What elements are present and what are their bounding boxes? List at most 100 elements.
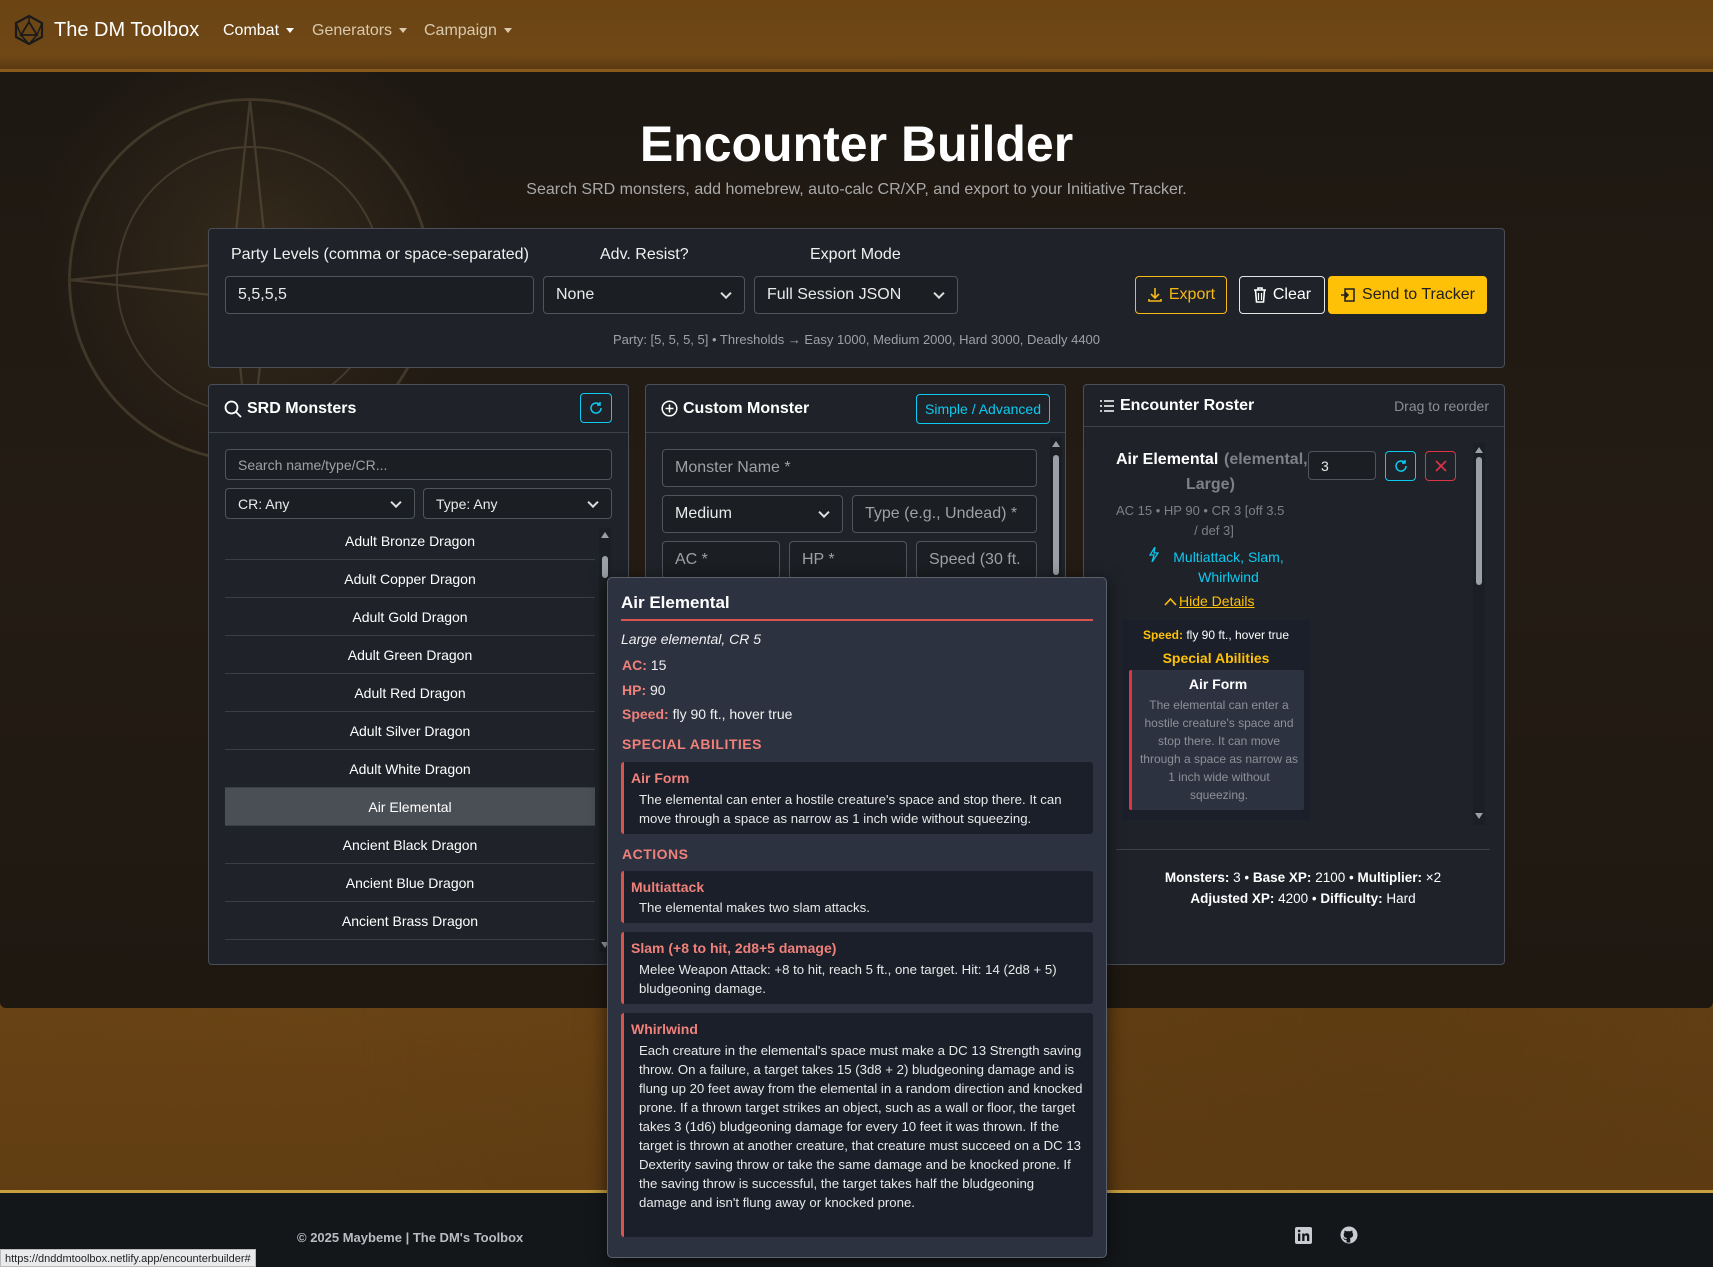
close-icon bbox=[1434, 460, 1447, 472]
send-to-tracker-button[interactable]: Send to Tracker bbox=[1328, 276, 1487, 314]
roster-monster-meta-size: Large) bbox=[1186, 476, 1235, 493]
browser-status-url: https://dnddmtoolbox.netlify.app/encount… bbox=[0, 1249, 256, 1267]
reroll-button[interactable] bbox=[1385, 451, 1416, 481]
chevron-down-icon bbox=[587, 496, 599, 508]
scroll-up-arrow[interactable] bbox=[601, 532, 609, 538]
cr-filter-select[interactable]: CR: Any bbox=[225, 488, 415, 519]
simple-advanced-toggle[interactable]: Simple / Advanced bbox=[916, 394, 1050, 424]
roster-scrollbar[interactable] bbox=[1473, 443, 1485, 825]
nav-combat[interactable]: Combat bbox=[223, 22, 295, 40]
custom-form-scrollbar[interactable] bbox=[1050, 437, 1062, 577]
roster-special-heading: Special Abilities bbox=[1162, 650, 1270, 666]
nav-campaign[interactable]: Campaign bbox=[424, 22, 512, 40]
list-item[interactable]: Adult White Dragon bbox=[225, 750, 595, 788]
export-mode-label: Export Mode bbox=[810, 246, 901, 263]
popover-ac: AC: 15 bbox=[622, 657, 666, 673]
scroll-up-arrow[interactable] bbox=[1475, 447, 1483, 453]
cr-filter-value: CR: Any bbox=[238, 495, 290, 512]
scroll-down-arrow[interactable] bbox=[1475, 813, 1483, 819]
list-item[interactable]: Ancient Brass Dragon bbox=[225, 902, 595, 940]
remove-button[interactable] bbox=[1425, 451, 1456, 481]
caret-down-icon bbox=[286, 28, 295, 34]
popover-subtitle: Large elemental, CR 5 bbox=[621, 631, 762, 647]
roster-speed-key: Speed: bbox=[1142, 628, 1183, 642]
chevron-down-icon bbox=[818, 506, 830, 519]
speed-input[interactable]: Speed (30 ft. bbox=[916, 541, 1037, 579]
list-item[interactable]: Adult Silver Dragon bbox=[225, 712, 595, 750]
export-button[interactable]: Export bbox=[1135, 276, 1227, 314]
type-filter-select[interactable]: Type: Any bbox=[423, 488, 612, 519]
export-mode-value: Full Session JSON bbox=[767, 286, 902, 303]
quantity-input[interactable]: 3 bbox=[1308, 451, 1376, 480]
caret-down-icon bbox=[399, 28, 408, 34]
popover-hp: HP: 90 bbox=[622, 682, 666, 698]
list-item[interactable]: Adult Red Dragon bbox=[225, 674, 595, 712]
drag-to-reorder-hint: Drag to reorder bbox=[1394, 398, 1489, 414]
clear-button[interactable]: Clear bbox=[1239, 276, 1325, 314]
scroll-thumb[interactable] bbox=[1053, 455, 1059, 575]
action-name: Slam (+8 to hit, 2d8+5 damage) bbox=[631, 940, 837, 956]
hide-details-toggle[interactable]: Hide Details bbox=[1164, 593, 1254, 609]
chevron-down-icon bbox=[720, 287, 732, 300]
party-levels-input[interactable]: 5,5,5,5 bbox=[225, 276, 534, 314]
d20-icon[interactable] bbox=[14, 15, 44, 45]
monster-type-input[interactable]: Type (e.g., Undead) * bbox=[852, 495, 1037, 533]
action-name: Whirlwind bbox=[631, 1021, 698, 1037]
list-item[interactable]: Adult Bronze Dragon bbox=[225, 528, 595, 560]
scroll-thumb[interactable] bbox=[602, 556, 608, 578]
export-button-label: Export bbox=[1168, 286, 1216, 303]
list-item[interactable]: Adult Green Dragon bbox=[225, 636, 595, 674]
popover-speed: Speed: fly 90 ft., hover true bbox=[622, 706, 792, 722]
list-item[interactable]: Adult Gold Dragon bbox=[225, 598, 595, 636]
size-select-value: Medium bbox=[675, 505, 732, 522]
ac-input[interactable]: AC * bbox=[662, 541, 780, 579]
list-item-selected[interactable]: Air Elemental bbox=[225, 788, 595, 826]
popover-title: Air Elemental bbox=[621, 593, 730, 612]
popover-speed-val: fly 90 ft., hover true bbox=[672, 706, 793, 722]
list-item[interactable] bbox=[225, 940, 595, 952]
refresh-icon bbox=[590, 402, 602, 414]
special-ability-name: Air Form bbox=[631, 770, 690, 786]
roster-ability-text: The elemental can enter a hostile creatu… bbox=[1139, 698, 1299, 802]
srd-panel-title: SRD Monsters bbox=[247, 399, 357, 417]
brand-name[interactable]: The DM Toolbox bbox=[54, 19, 199, 42]
party-thresholds-info: Party: [5, 5, 5, 5] • Thresholds → Easy … bbox=[612, 332, 1101, 347]
roster-actions-links[interactable]: Multiattack, Slam, Whirlwind bbox=[1156, 547, 1301, 587]
adv-resist-value: None bbox=[556, 286, 595, 303]
export-mode-select[interactable]: Full Session JSON bbox=[754, 276, 958, 314]
nav-generators[interactable]: Generators bbox=[312, 22, 408, 40]
scroll-thumb[interactable] bbox=[1476, 457, 1482, 585]
action-block: Whirlwind Each creature in the elemental… bbox=[621, 1013, 1093, 1237]
scroll-up-arrow[interactable] bbox=[1052, 441, 1060, 447]
github-icon[interactable] bbox=[1340, 1226, 1358, 1244]
linkedin-icon[interactable] bbox=[1295, 1227, 1312, 1244]
refresh-button[interactable] bbox=[580, 393, 612, 423]
roster-details-box: Speed: fly 90 ft., hover true Special Ab… bbox=[1122, 620, 1310, 820]
size-select[interactable]: Medium bbox=[662, 495, 843, 533]
plus-circle-icon bbox=[661, 400, 678, 417]
custom-panel-title: Custom Monster bbox=[683, 399, 810, 417]
hp-input[interactable]: HP * bbox=[789, 541, 907, 579]
popover-title-rule bbox=[621, 619, 1093, 621]
party-levels-label: Party Levels (comma or space-separated) bbox=[231, 246, 529, 263]
list-item[interactable]: Adult Copper Dragon bbox=[225, 560, 595, 598]
roster-speed-val: fly 90 ft., hover true bbox=[1186, 628, 1290, 642]
page-subtitle: Search SRD monsters, add homebrew, auto-… bbox=[526, 181, 1187, 198]
list-item[interactable]: Ancient Blue Dragon bbox=[225, 864, 595, 902]
monster-name-input[interactable]: Monster Name * bbox=[662, 449, 1037, 487]
srd-monsters-panel: SRD Monsters Search name/type/CR... CR: … bbox=[208, 384, 629, 965]
popover-ac-val: 15 bbox=[650, 657, 667, 673]
adv-resist-select[interactable]: None bbox=[543, 276, 745, 314]
roster-summary: Monsters: 3 • Base XP: 2100 • Multiplier… bbox=[1116, 867, 1490, 909]
footer-copyright: © 2025 Maybeme | The DM's Toolbox bbox=[297, 1230, 524, 1245]
roster-ability-card: Air Form The elemental can enter a hosti… bbox=[1129, 670, 1304, 810]
action-block: Multiattack The elemental makes two slam… bbox=[621, 871, 1093, 923]
roster-monster-stats: AC 15 • HP 90 • CR 3 [off 3.5 / def 3] bbox=[1116, 501, 1312, 541]
adv-resist-label: Adv. Resist? bbox=[600, 246, 689, 263]
srd-search-input[interactable]: Search name/type/CR... bbox=[225, 449, 612, 480]
action-desc: The elemental makes two slam attacks. bbox=[639, 900, 870, 915]
list-item[interactable]: Ancient Black Dragon bbox=[225, 826, 595, 864]
roster-monster-name[interactable]: Air Elemental bbox=[1116, 451, 1218, 469]
popover-hp-val: 90 bbox=[650, 682, 666, 698]
encounter-roster-panel: Encounter Roster Drag to reorder Air Ele… bbox=[1083, 384, 1505, 965]
